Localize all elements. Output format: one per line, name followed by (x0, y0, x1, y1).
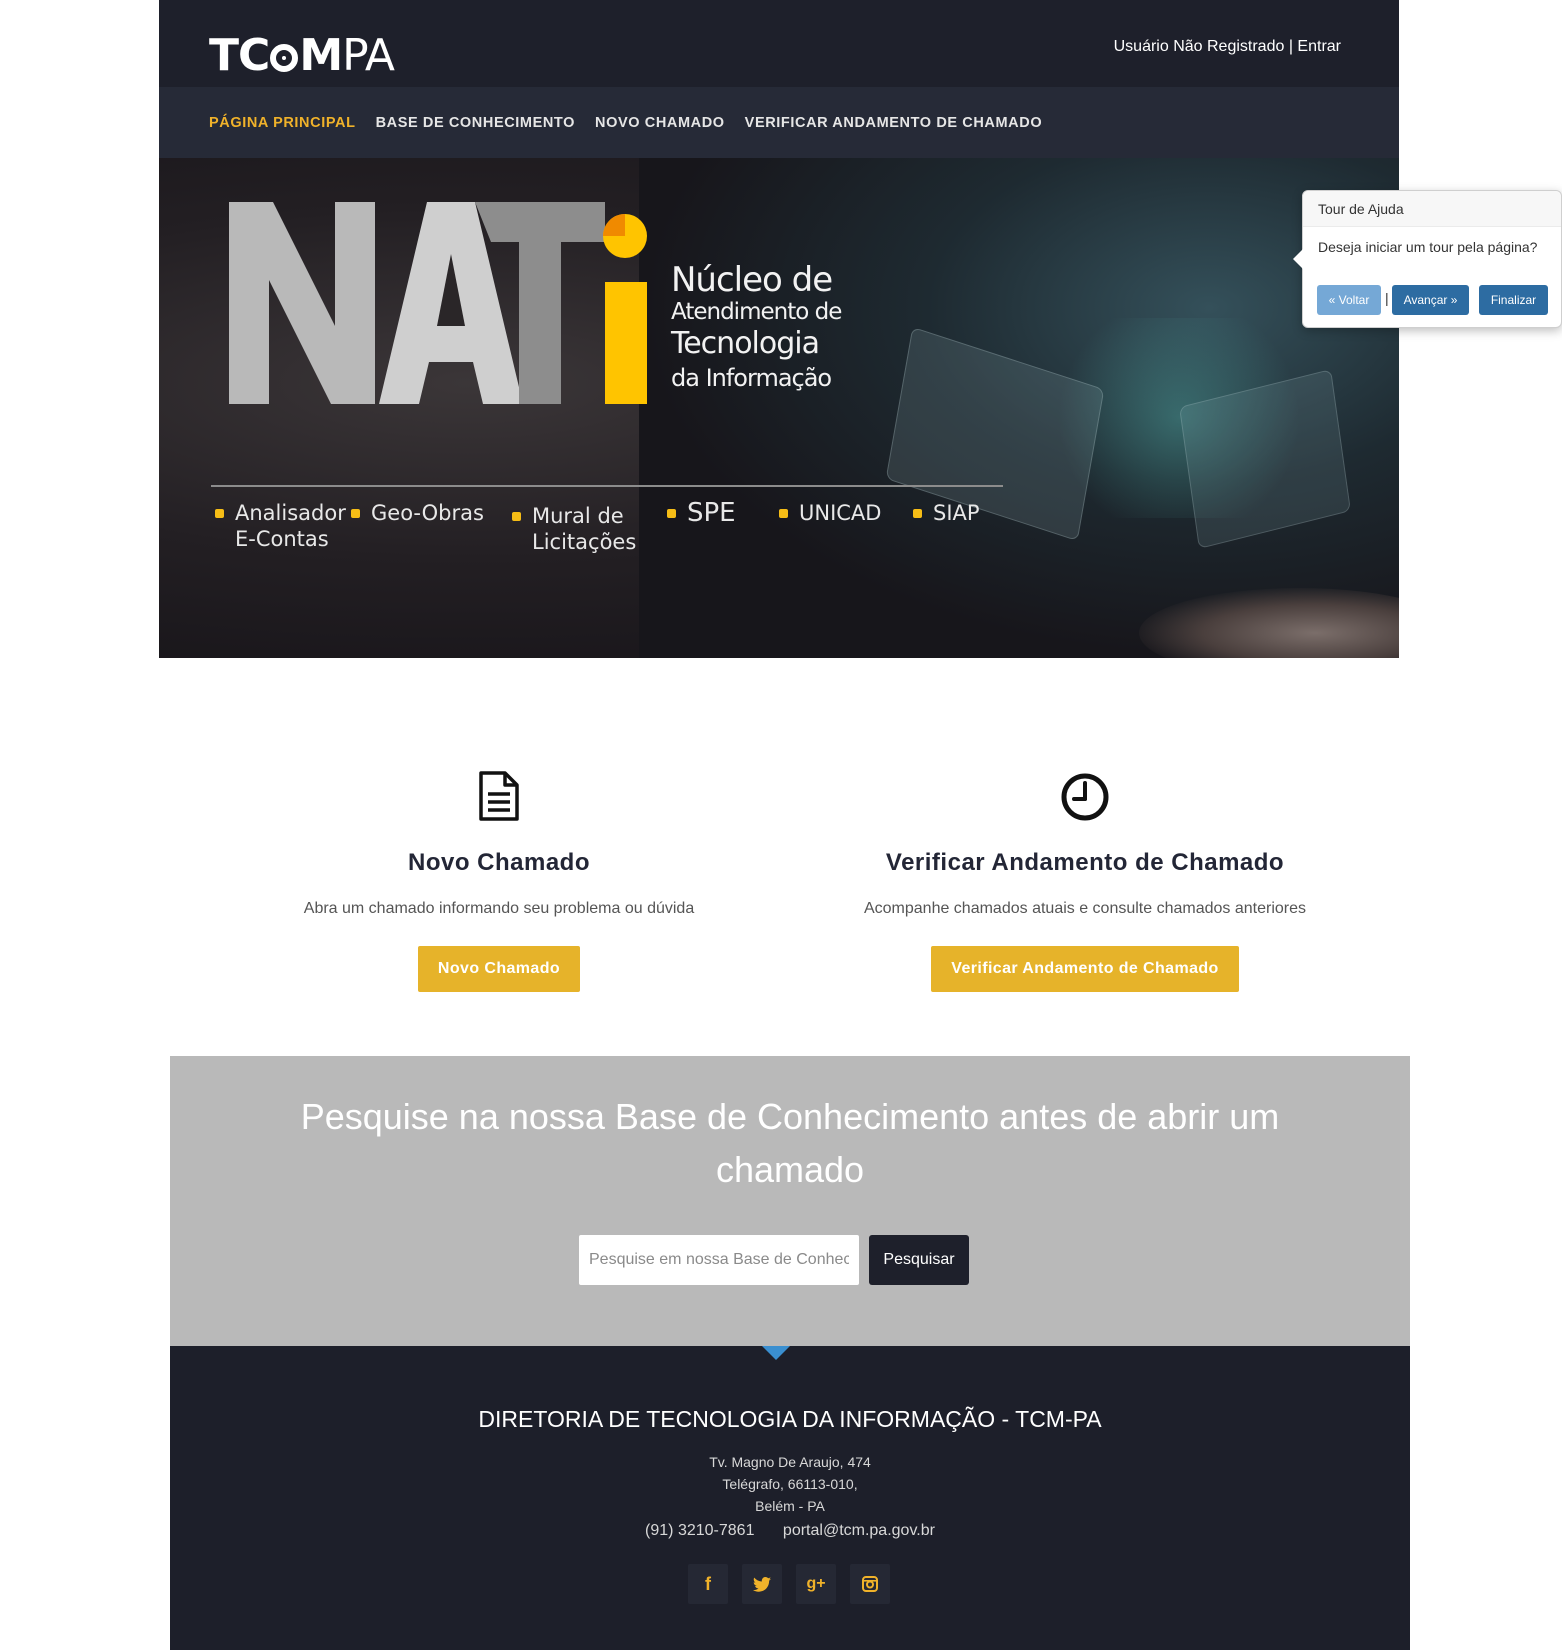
instagram-glyph-icon (862, 1576, 878, 1592)
footer-contact: (91) 3210-7861 portal@tcm.pa.gov.br (170, 1522, 1410, 1540)
clock-icon (1061, 773, 1109, 821)
hero-system-label: Analisador (235, 501, 346, 525)
bullet-icon (913, 509, 922, 518)
hero-system-item: Analisador E-Contas (215, 500, 346, 552)
hero-system-label: Mural de (532, 504, 624, 528)
twitter-bird-icon (753, 1576, 771, 1592)
hero-system-item: Geo-Obras (351, 500, 484, 526)
footer-phone: (91) 3210-7861 (645, 1522, 755, 1539)
document-icon (479, 771, 519, 821)
logo-text-m: M (299, 30, 343, 81)
footer-email[interactable]: portal@tcm.pa.gov.br (783, 1522, 935, 1539)
logo-text-tc: TC (209, 30, 270, 81)
instagram-icon[interactable] (850, 1564, 890, 1604)
facebook-icon[interactable]: f (688, 1564, 728, 1604)
tour-title: Tour de Ajuda (1303, 191, 1561, 227)
knowledge-search-section: Pesquise na nossa Base de Conhecimento a… (170, 1056, 1410, 1346)
hero-divider (211, 485, 1003, 487)
hero-system-item: UNICAD (779, 500, 882, 526)
address-line: Belém - PA (755, 1498, 825, 1514)
logo-text-pa: PA (342, 30, 395, 81)
bullet-icon (215, 509, 224, 518)
site-header: TC MPA Usuário Não Registrado | Entrar (159, 0, 1399, 87)
user-separator: | (1284, 38, 1298, 55)
help-tour-popover: Tour de Ajuda Deseja iniciar um tour pel… (1293, 190, 1562, 328)
main-nav: PÁGINA PRINCIPAL BASE DE CONHECIMENTO NO… (159, 87, 1399, 158)
hero-subtitle: Núcleo de Atendimento de Tecnologia da I… (671, 260, 842, 395)
hero-system-label: Licitações (532, 530, 637, 554)
feature-description: Abra um chamado informando seu problema … (303, 900, 695, 917)
hero-system-label: SPE (687, 498, 736, 528)
user-area: Usuário Não Registrado | Entrar (1114, 38, 1341, 56)
tour-content: Deseja iniciar um tour pela página? (1318, 239, 1538, 255)
feature-title: Verificar Andamento de Chamado (885, 849, 1285, 876)
hero-system-label: SIAP (933, 501, 980, 525)
footer-address: Tv. Magno De Araujo, 474 Telégrafo, 6611… (170, 1451, 1410, 1517)
user-status: Usuário Não Registrado (1113, 38, 1285, 55)
twitter-icon[interactable] (742, 1564, 782, 1604)
hero-line: da Informação (671, 364, 832, 392)
social-links: f g+ (688, 1564, 904, 1604)
hero-system-item: SPE (667, 498, 736, 528)
hero-system-label: E-Contas (235, 527, 329, 551)
hero-system-item: SIAP (913, 500, 980, 526)
login-link[interactable]: Entrar (1297, 38, 1341, 55)
bullet-icon (779, 509, 788, 518)
address-line: Telégrafo, 66113-010, (722, 1476, 858, 1492)
hero-system-item: Mural de Licitações (512, 503, 637, 555)
bullet-icon (512, 512, 521, 521)
search-button[interactable]: Pesquisar (869, 1235, 969, 1285)
search-input[interactable] (579, 1235, 859, 1285)
bullet-icon (351, 509, 360, 518)
hero-system-label: UNICAD (799, 501, 882, 525)
tcmpa-logo[interactable]: TC MPA (209, 30, 395, 82)
hero-banner: Núcleo de Atendimento de Tecnologia da I… (159, 158, 1399, 658)
feature-title: Novo Chamado (407, 849, 590, 876)
search-title-line: Pesquise na nossa Base de Conhecimento a… (300, 1096, 1280, 1137)
check-ticket-button[interactable]: Verificar Andamento de Chamado (931, 946, 1239, 992)
search-title-line: chamado (715, 1149, 865, 1190)
hero-line: Tecnologia (671, 326, 820, 361)
footer-arrow-icon (762, 1346, 790, 1360)
tour-prev-button[interactable]: « Voltar (1317, 285, 1381, 315)
nav-item-check-ticket[interactable]: VERIFICAR ANDAMENTO DE CHAMADO (745, 115, 1043, 131)
feature-check-ticket: Verificar Andamento de Chamado Acompanhe… (805, 770, 1365, 992)
tour-end-button[interactable]: Finalizar (1479, 285, 1548, 315)
footer-title: DIRETORIA DE TECNOLOGIA DA INFORMAÇÃO - … (478, 1406, 1102, 1432)
nav-item-home[interactable]: PÁGINA PRINCIPAL (209, 115, 356, 131)
new-ticket-button[interactable]: Novo Chamado (417, 946, 581, 992)
hero-system-label: Geo-Obras (371, 501, 484, 525)
feature-description: Acompanhe chamados atuais e consulte cha… (863, 900, 1307, 917)
logo-eye-icon (270, 44, 299, 72)
google-plus-icon[interactable]: g+ (796, 1564, 836, 1604)
nav-item-knowledge-base[interactable]: BASE DE CONHECIMENTO (376, 115, 575, 131)
tour-next-button[interactable]: Avançar » (1392, 285, 1469, 315)
search-title: Pesquise na nossa Base de Conhecimento a… (170, 1096, 1410, 1191)
bullet-icon (667, 509, 676, 518)
site-footer: DIRETORIA DE TECNOLOGIA DA INFORMAÇÃO - … (170, 1346, 1410, 1650)
feature-new-ticket: Novo Chamado Abra um chamado informando … (219, 770, 779, 992)
tour-separator: | (1385, 290, 1389, 306)
hero-line: Núcleo de (671, 260, 833, 300)
hero-line: Atendimento de (671, 299, 842, 325)
nati-logo (229, 202, 647, 404)
address-line: Tv. Magno De Araujo, 474 (709, 1454, 871, 1470)
nav-item-new-ticket[interactable]: NOVO CHAMADO (595, 115, 725, 131)
